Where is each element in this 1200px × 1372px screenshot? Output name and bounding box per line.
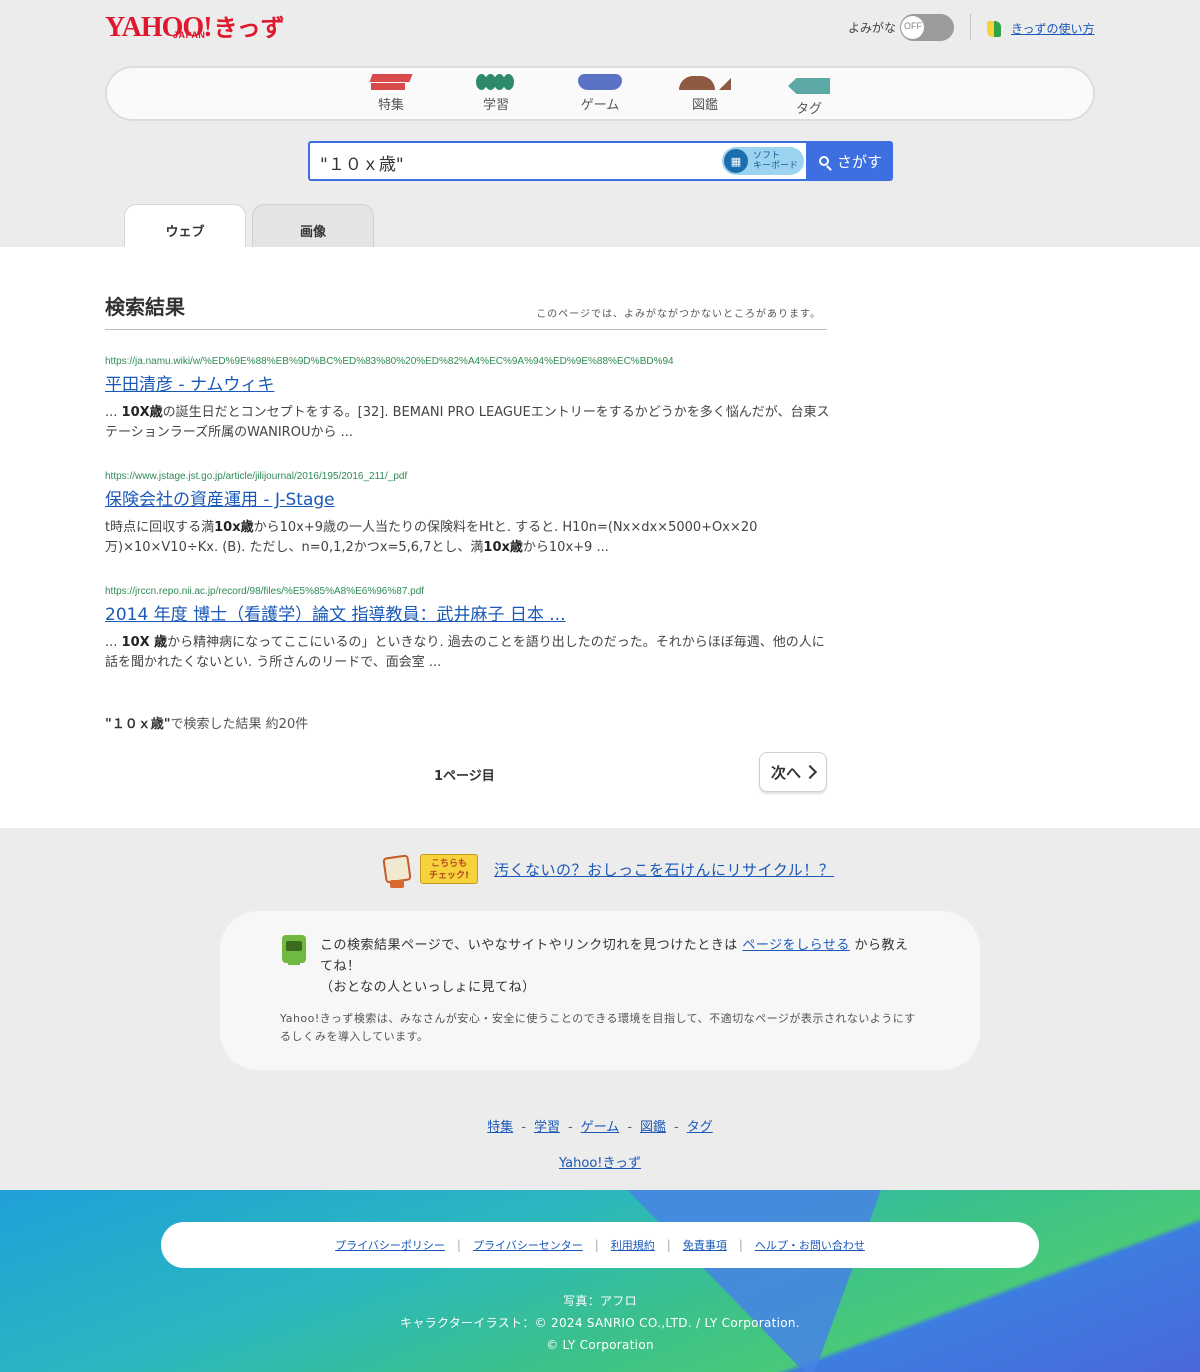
privacy-center-link[interactable]: プライバシーセンター	[473, 1237, 583, 1253]
result-title-link[interactable]: 2014 年度 博士（看護学）論文 指導教員：武井麻子 日本 ...	[105, 603, 835, 627]
yahoo-kids-logo[interactable]: YAHOO! きっず JAPAN	[105, 10, 285, 43]
result-title-link[interactable]: 保険会社の資産運用 - J-Stage	[105, 488, 835, 512]
next-page-button[interactable]: 次へ	[759, 752, 827, 792]
home-link-row: Yahoo!きっず	[0, 1152, 1200, 1171]
zukan-icon	[679, 74, 731, 90]
toggle-state: OFF	[904, 21, 923, 31]
logo-japan: JAPAN	[173, 30, 206, 40]
check-badge: こちらも チェック!	[420, 854, 478, 884]
result-url: https://jrccn.repo.nii.ac.jp/record/98/f…	[105, 586, 425, 597]
search-form: ▦ ソフトキーボード さがす	[308, 141, 893, 181]
game-icon	[578, 74, 622, 90]
privacy-policy-link[interactable]: プライバシーポリシー	[335, 1237, 445, 1253]
results-heading: 検索結果	[105, 295, 185, 319]
featured-article-link[interactable]: 汚くないの？おしっこを石けんにリサイクル！？	[494, 859, 834, 880]
header-divider	[970, 14, 971, 40]
result-snippet: ... 10X 歳から精神病になってここにいるの」といきなり. 過去のことを語り…	[105, 635, 825, 670]
footer-nav-tag[interactable]: タグ	[687, 1120, 713, 1135]
yahoo-kids-home-link[interactable]: Yahoo!きっず	[559, 1156, 641, 1171]
result-item: https://jrccn.repo.nii.ac.jp/record/98/f…	[105, 586, 835, 673]
filter-notice: Yahoo!きっず検索は、みなさんが安心・安全に使うことのできる環境を目指して、…	[280, 1012, 916, 1043]
results-header: 検索結果 このページでは、よみがながつかないところがあります。	[105, 291, 827, 330]
disclaimer-link[interactable]: 免責事項	[683, 1237, 727, 1253]
search-button[interactable]: さがす	[808, 141, 893, 181]
search-input[interactable]	[320, 151, 710, 173]
result-snippet: t時点に回収する満10x歳から10x+9歳の一人当たりの保険料をHtと. すると…	[105, 520, 758, 555]
footer-upper: こちらも チェック! 汚くないの？おしっこを石けんにリサイクル！？ この検索結果ペ…	[0, 828, 1200, 1190]
howto-link[interactable]: きっずの使い方	[1011, 20, 1095, 37]
terms-link[interactable]: 利用規約	[611, 1237, 655, 1253]
page-indicator: 1ページ目	[434, 769, 495, 784]
result-item: https://ja.namu.wiki/w/%ED%9E%88%EB%9D%B…	[105, 356, 835, 443]
yomigana-label: よみがな	[848, 21, 897, 35]
nav-label: 特集	[377, 98, 404, 113]
footer-nav-game[interactable]: ゲーム	[581, 1120, 620, 1135]
beginner-mark-icon	[987, 20, 1001, 37]
nav-item-game[interactable]: ゲーム	[570, 74, 630, 113]
keyboard-icon: ▦	[724, 149, 748, 173]
special-icon	[371, 74, 411, 90]
header: YAHOO! きっず JAPAN よみがな OFF きっずの使い方 特集 学習 …	[0, 0, 1200, 247]
results-area: 検索結果 このページでは、よみがながつかないところがあります。 https://…	[0, 247, 1200, 828]
footer-nav-study[interactable]: 学習	[534, 1120, 560, 1135]
result-title-link[interactable]: 平田清彦 - ナムウィキ	[105, 373, 835, 397]
credits: 写真：アフロ キャラクターイラスト：© 2024 SANRIO CO.,LTD.…	[0, 1290, 1200, 1356]
footer-nav-special[interactable]: 特集	[487, 1120, 513, 1135]
yomigana-toggle[interactable]: OFF	[900, 14, 955, 41]
soft-keyboard-label: ソフト キーボード	[753, 151, 799, 171]
nav-item-study[interactable]: 学習	[466, 74, 526, 113]
result-url: https://ja.namu.wiki/w/%ED%9E%88%EB%9D%B…	[105, 356, 674, 367]
category-nav: 特集 学習 ゲーム 図鑑 タグ	[105, 66, 1095, 121]
footer-nav-zukan[interactable]: 図鑑	[640, 1120, 666, 1135]
nav-label: 学習	[482, 98, 509, 113]
chevron-right-icon	[802, 764, 818, 780]
legal-links: プライバシーポリシー | プライバシーセンター | 利用規約 | 免責事項 | ヘルプ・…	[161, 1222, 1039, 1268]
soft-keyboard-button[interactable]: ▦ ソフト キーボード	[722, 147, 804, 175]
howto: きっずの使い方	[987, 20, 1095, 37]
nav-item-zukan[interactable]: 図鑑	[675, 74, 735, 113]
report-message: この検索結果ページで、いやなサイトやリンク切れを見つけたときは ページをしらせる…	[320, 938, 909, 995]
result-snippet: ... 10X歳の誕生日だとコンセプトをする。[32]. BEMANI PRO …	[105, 405, 830, 440]
tab-web[interactable]: ウェブ	[124, 204, 246, 247]
book-character-icon	[282, 935, 306, 965]
nav-item-tag[interactable]: タグ	[779, 74, 839, 117]
report-box: この検索結果ページで、いやなサイトやリンク切れを見つけたときは ページをしらせる…	[220, 911, 980, 1070]
nav-label: タグ	[795, 102, 822, 117]
tag-icon	[788, 78, 830, 94]
study-icon	[476, 74, 516, 90]
footer-lower: プライバシーポリシー | プライバシーセンター | 利用規約 | 免責事項 | ヘルプ・…	[0, 1190, 1200, 1372]
tab-image[interactable]: 画像	[252, 204, 374, 247]
result-item: https://www.jstage.jst.go.jp/article/jil…	[105, 471, 835, 558]
report-page-link[interactable]: ページをしらせる	[742, 938, 849, 953]
check-row: こちらも チェック! 汚くないの？おしっこを石けんにリサイクル！？	[380, 850, 834, 888]
search-box: ▦ ソフトキーボード	[308, 141, 808, 181]
robot-character-icon	[380, 850, 416, 888]
search-icon	[818, 156, 829, 166]
logo-kids: きっず	[213, 14, 285, 42]
nav-label: ゲーム	[580, 98, 620, 113]
search-button-label: さがす	[836, 152, 882, 171]
help-contact-link[interactable]: ヘルプ・お問い合わせ	[755, 1237, 865, 1253]
illustration-credit: キャラクターイラスト：© 2024 SANRIO CO.,LTD. / LY C…	[400, 1316, 800, 1330]
result-url: https://www.jstage.jst.go.jp/article/jil…	[105, 471, 408, 482]
nav-label: 図鑑	[691, 98, 718, 113]
results-note: このページでは、よみがながつかないところがあります。	[536, 309, 821, 320]
next-label: 次へ	[770, 763, 801, 782]
nav-item-special[interactable]: 特集	[361, 74, 421, 113]
yomigana-control: よみがな OFF	[848, 14, 955, 41]
result-count-summary: "１０ｘ歳"で検索した結果 約20件	[105, 717, 309, 732]
copyright: © LY Corporation	[546, 1338, 654, 1352]
footer-nav: 特集 - 学習 - ゲーム - 図鑑 - タグ	[487, 1120, 713, 1135]
photo-credit: 写真：アフロ	[563, 1294, 637, 1308]
